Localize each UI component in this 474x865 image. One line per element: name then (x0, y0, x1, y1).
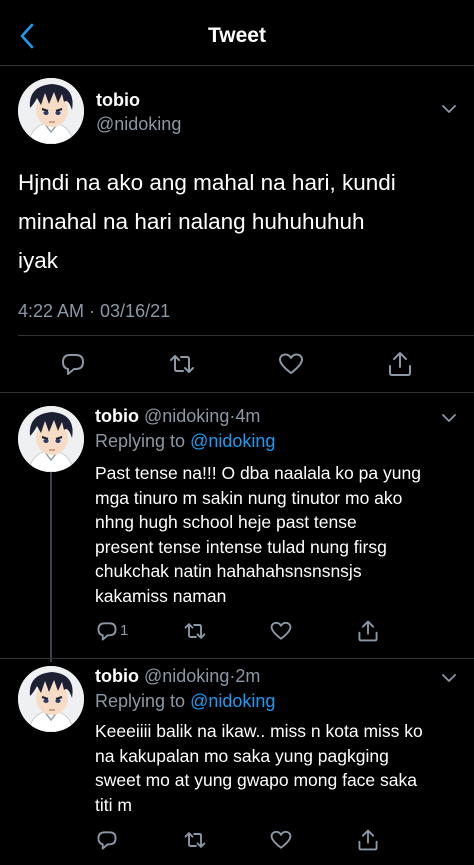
reply-header: tobio @nidoking·4m (95, 406, 260, 427)
reply-text-line: sweet mo at yung gwapo mong face saka (95, 770, 417, 790)
reply-text-line: chukchak natin hahahahsnsnsnsjs (95, 561, 362, 581)
retweet-button[interactable] (183, 828, 207, 852)
like-button[interactable] (269, 828, 293, 852)
share-button[interactable] (356, 619, 380, 643)
replying-to: Replying to @nidoking (95, 431, 275, 452)
tweet-detail-screen: Tweet tobio @nidoking Hjndi na ako ang m… (0, 0, 474, 865)
reply-text: Keeeiiii balik na ikaw.. miss n kota mis… (95, 719, 465, 817)
author-handle[interactable]: @nidoking (144, 666, 229, 686)
retweet-button[interactable] (183, 619, 207, 643)
heart-icon (270, 621, 292, 640)
share-icon (358, 829, 378, 851)
like-button[interactable] (277, 350, 305, 378)
retweet-icon (170, 355, 194, 373)
author-handle[interactable]: @nidoking (144, 406, 229, 426)
tweet-menu-button[interactable] (440, 409, 458, 427)
divider (0, 658, 474, 659)
tweet-menu-button[interactable] (440, 669, 458, 687)
author-handle[interactable]: @nidoking (96, 114, 181, 135)
author-name[interactable]: tobio (96, 90, 140, 111)
reply-button[interactable] (59, 350, 87, 378)
speech-bubble-icon (97, 622, 117, 641)
replying-to-link[interactable]: @nidoking (190, 431, 275, 451)
reply-text-line: nhng hugh school heje past tense (95, 512, 357, 532)
replying-to-label: Replying to (95, 431, 186, 451)
replying-to-label: Replying to (95, 691, 186, 711)
reply-button[interactable] (95, 828, 119, 852)
author-name[interactable]: tobio (95, 406, 139, 426)
avatar[interactable] (18, 78, 84, 144)
avatar[interactable] (18, 666, 84, 732)
retweet-icon (184, 832, 206, 848)
reply-header: tobio @nidoking·2m (95, 666, 260, 687)
speech-bubble-icon (62, 354, 84, 375)
reply-text-line: na kakupalan mo saka yung pagkging (95, 745, 389, 766)
reply-text-line: Keeeiiii balik na ikaw.. miss n kota mis… (95, 721, 423, 741)
replying-to-link[interactable]: @nidoking (190, 691, 275, 711)
chevron-down-icon (442, 674, 456, 682)
tweet-menu-button[interactable] (440, 100, 458, 118)
share-button[interactable] (386, 350, 414, 378)
divider (0, 392, 474, 393)
reply-action-bar: 1 (0, 616, 474, 646)
heart-icon (279, 353, 303, 374)
tweet-timestamp[interactable]: 4:22 AM · 03/16/21 (18, 301, 170, 322)
replying-to: Replying to @nidoking (95, 691, 275, 712)
reply-count: 1 (120, 622, 129, 639)
share-icon (389, 352, 411, 376)
tweet-text-line: iyak (18, 248, 59, 273)
avatar[interactable] (18, 406, 84, 472)
like-button[interactable] (269, 619, 293, 643)
reply-action-bar (0, 825, 474, 855)
reply-text-line: titi m (95, 794, 132, 815)
top-bar: Tweet (0, 0, 474, 66)
retweet-button[interactable] (168, 350, 196, 378)
reply-text: Past tense na!!! O dba naalala ko pa yun… (95, 461, 465, 608)
reply-time[interactable]: 4m (235, 406, 260, 426)
speech-bubble-icon (97, 831, 117, 850)
tweet-text-line: minahal na hari nalang huhuhuhuh (18, 209, 365, 234)
tweet-action-bar (0, 346, 474, 382)
author-name[interactable]: tobio (95, 666, 139, 686)
divider (18, 335, 474, 336)
chevron-down-icon (442, 105, 456, 113)
reply-text-line: Past tense na!!! O dba naalala ko pa yun… (95, 463, 421, 483)
chevron-down-icon (442, 414, 456, 422)
reply-text-line: present tense intense tulad nung firsg (95, 536, 387, 557)
tweet-text: Hjndi na ako ang mahal na hari, kundi mi… (18, 163, 458, 280)
reply-button[interactable] (95, 619, 119, 643)
page-title: Tweet (208, 24, 266, 47)
heart-icon (270, 830, 292, 849)
share-icon (358, 620, 378, 642)
reply-text-line: mga tinuro m sakin nung tinutor mo ako (95, 487, 403, 508)
tweet-text-line: Hjndi na ako ang mahal na hari, kundi (18, 170, 396, 195)
reply-text-line: kakamiss naman (95, 585, 227, 606)
share-button[interactable] (356, 828, 380, 852)
retweet-icon (184, 623, 206, 639)
reply-time[interactable]: 2m (235, 666, 260, 686)
